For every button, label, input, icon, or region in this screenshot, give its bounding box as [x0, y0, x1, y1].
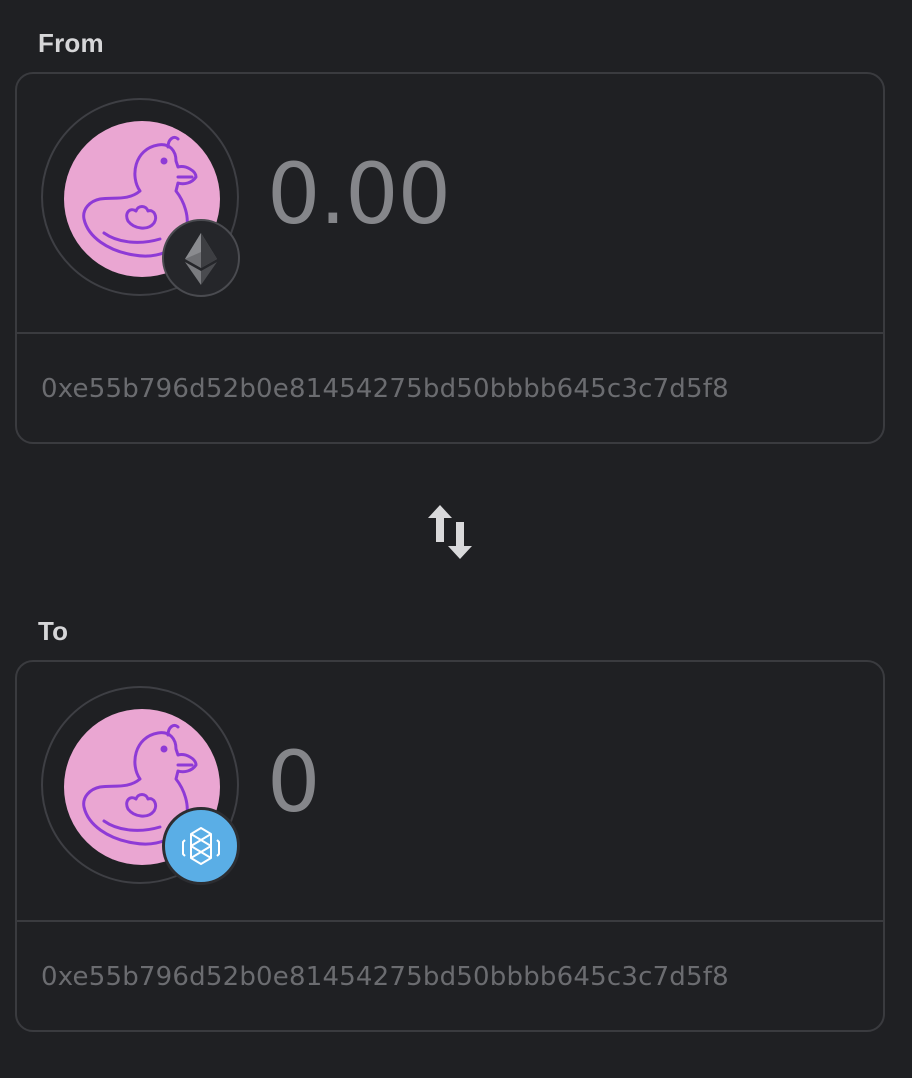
to-token-selector[interactable] — [41, 686, 240, 885]
to-address: 0xe55b796d52b0e81454275bd50bbbb645c3c7d5… — [41, 962, 729, 992]
swap-arrows-icon — [428, 505, 472, 559]
from-token-selector[interactable] — [41, 98, 240, 297]
from-card: 0.00 0xe55b796d52b0e81454275bd50bbbb645c… — [15, 72, 885, 444]
fantom-icon — [162, 807, 240, 885]
from-amount-input[interactable]: 0.00 — [267, 152, 451, 236]
to-label: To — [38, 616, 69, 646]
from-address: 0xe55b796d52b0e81454275bd50bbbb645c3c7d5… — [41, 374, 729, 404]
to-card: 0 0xe55b796d52b0e81454275bd50bbbb645c3c7… — [15, 660, 885, 1032]
to-amount-row: 0 — [17, 662, 883, 922]
swap-direction-button[interactable] — [420, 500, 480, 564]
ethereum-icon — [162, 219, 240, 297]
to-amount-output: 0 — [267, 733, 320, 831]
from-amount-row: 0.00 — [17, 74, 883, 334]
from-label: From — [38, 28, 104, 58]
